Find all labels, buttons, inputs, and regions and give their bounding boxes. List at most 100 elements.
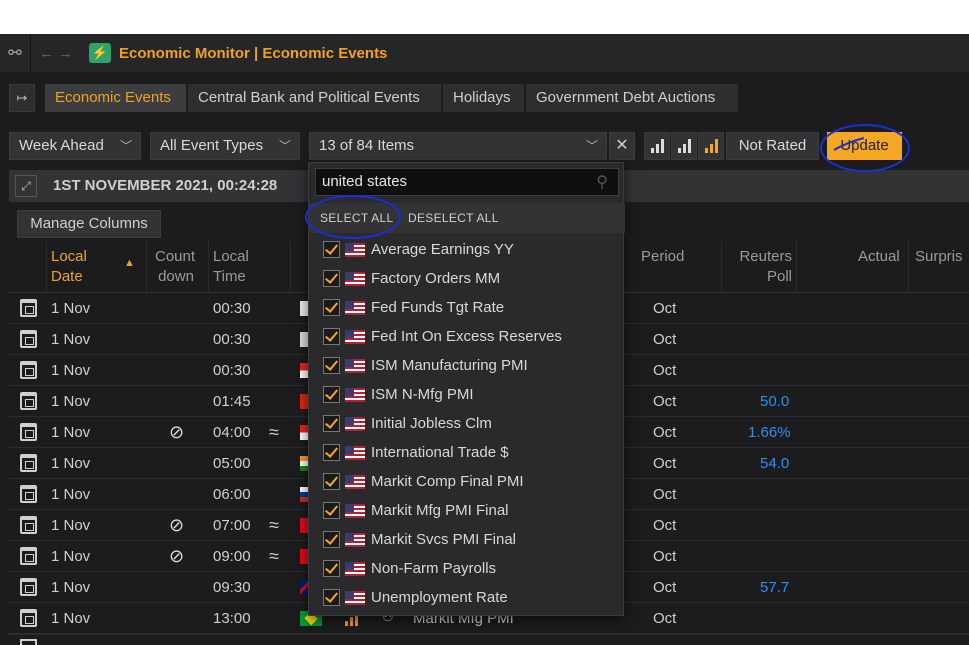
rating-bars-icon <box>651 139 665 153</box>
no-entry-icon: ⊘ <box>169 515 185 535</box>
us-flag-icon <box>345 504 365 518</box>
no-entry-icon: ⊘ <box>169 422 185 442</box>
calendar-icon[interactable] <box>20 485 37 503</box>
dropdown-item[interactable]: ISM Manufacturing PMI <box>309 352 625 381</box>
table-row-partial <box>9 634 969 645</box>
tab-holidays[interactable]: Holidays <box>443 84 525 112</box>
calendar-icon[interactable] <box>20 454 37 472</box>
header-period[interactable]: Period <box>641 247 684 267</box>
us-flag-icon <box>345 562 365 576</box>
us-flag-icon <box>345 388 365 402</box>
checkbox-icon[interactable] <box>323 473 340 490</box>
dropdown-item[interactable]: Non-Farm Payrolls <box>309 555 625 584</box>
calendar-icon[interactable] <box>20 547 37 565</box>
dropdown-item[interactable]: International Trade $ <box>309 439 625 468</box>
dropdown-item[interactable]: ISM N-Mfg PMI <box>309 381 625 410</box>
us-flag-icon <box>345 417 365 431</box>
clear-selection-button[interactable]: ✕ <box>609 132 635 160</box>
items-dropdown-label: 13 of 84 Items <box>319 137 415 154</box>
dropdown-item[interactable]: Unemployment Rate <box>309 584 625 613</box>
tab-economic-events[interactable]: Economic Events <box>45 84 187 112</box>
nav-arrows-icon[interactable]: ←→ <box>31 45 85 62</box>
calendar-icon[interactable] <box>20 392 37 410</box>
us-flag-icon <box>345 359 365 373</box>
checkbox-icon[interactable] <box>323 241 340 258</box>
dropdown-item[interactable]: Average Earnings YY <box>309 236 625 265</box>
checkbox-icon[interactable] <box>323 560 340 577</box>
checkbox-icon[interactable] <box>323 502 340 519</box>
rating-high-button[interactable] <box>698 132 724 160</box>
checkbox-icon[interactable] <box>323 299 340 316</box>
header-local-date[interactable]: Local Date <box>51 247 87 287</box>
calendar-icon[interactable] <box>20 423 37 441</box>
period-dropdown[interactable]: Week Ahead ﹀ <box>9 132 141 160</box>
header-local-time[interactable]: Local Time <box>213 247 249 287</box>
calendar-icon[interactable] <box>20 330 37 348</box>
date-header-text: 1ST NOVEMBER 2021, 00:24:28 <box>53 177 278 194</box>
us-flag-icon <box>345 446 365 460</box>
top-whitespace <box>0 0 969 34</box>
header-actual[interactable]: Actual <box>858 247 900 267</box>
checkbox-icon[interactable] <box>323 270 340 287</box>
calendar-icon[interactable] <box>20 361 37 379</box>
checkbox-icon[interactable] <box>323 415 340 432</box>
approx-icon: ≈ <box>269 422 279 442</box>
period-dropdown-label: Week Ahead <box>19 137 104 154</box>
checkbox-icon[interactable] <box>323 444 340 461</box>
chevron-down-icon: ﹀ <box>278 139 291 153</box>
tab-bar: ↦ Economic Events Central Bank and Polit… <box>0 83 969 115</box>
expand-icon[interactable]: ⤢ <box>15 175 37 197</box>
app-logo-icon: ⚡ <box>89 43 111 63</box>
dropdown-item[interactable]: Fed Funds Tgt Rate <box>309 294 625 323</box>
calendar-icon[interactable] <box>20 299 37 317</box>
us-flag-icon <box>345 330 365 344</box>
checkbox-icon[interactable] <box>323 328 340 345</box>
calendar-icon[interactable] <box>20 609 37 627</box>
search-icon: ⚲ <box>596 174 608 191</box>
dropdown-item[interactable]: Markit Comp Final PMI <box>309 468 625 497</box>
select-all-highlight-circle <box>305 195 401 239</box>
not-rated-button[interactable]: Not Rated <box>726 132 819 160</box>
checkbox-icon[interactable] <box>323 386 340 403</box>
tab-central-bank[interactable]: Central Bank and Political Events <box>188 84 442 112</box>
rating-low-button[interactable] <box>644 132 670 160</box>
checkbox-icon[interactable] <box>323 531 340 548</box>
chevron-down-icon: ﹀ <box>585 139 598 153</box>
dropdown-item[interactable]: Initial Jobless Clm <box>309 410 625 439</box>
header-reuters-poll[interactable]: Reuters Poll <box>736 247 792 287</box>
rating-medium-button[interactable] <box>671 132 697 160</box>
tab-government-debt-auctions[interactable]: Government Debt Auctions <box>526 84 739 112</box>
checkbox-icon[interactable] <box>323 589 340 606</box>
app-window: ⚯ ←→ ⚡ Economic Monitor | Economic Event… <box>0 34 969 645</box>
dropdown-item[interactable]: Markit Mfg PMI Final <box>309 497 625 526</box>
us-flag-icon <box>345 272 365 286</box>
rating-bars-icon <box>678 139 692 153</box>
header-surprise[interactable]: Surpris <box>915 247 963 267</box>
deselect-all-button[interactable]: DESELECT ALL <box>408 211 499 225</box>
items-dropdown[interactable]: 13 of 84 Items ﹀ <box>309 132 607 160</box>
dropdown-item[interactable]: Markit Svcs PMI Final <box>309 526 625 555</box>
manage-columns-button[interactable]: Manage Columns <box>17 210 161 238</box>
approx-icon: ≈ <box>269 515 279 535</box>
us-flag-icon <box>345 533 365 547</box>
checkbox-icon[interactable] <box>323 357 340 374</box>
dropdown-item[interactable]: Fed Int On Excess Reserves <box>309 323 625 352</box>
sort-ascending-icon: ▲ <box>124 257 135 269</box>
panel-toggle-icon[interactable]: ↦ <box>9 84 35 112</box>
link-icon[interactable]: ⚯ <box>0 34 30 72</box>
us-flag-icon <box>345 301 365 315</box>
us-flag-icon <box>345 475 365 489</box>
annotation-stroke <box>833 137 865 151</box>
header-countdown[interactable]: Count down <box>155 247 195 287</box>
calendar-icon[interactable] <box>20 578 37 596</box>
no-entry-icon: ⊘ <box>169 546 185 566</box>
event-types-dropdown[interactable]: All Event Types ﹀ <box>150 132 300 160</box>
approx-icon: ≈ <box>269 546 279 566</box>
dropdown-search-input[interactable]: united states ⚲ <box>315 168 619 196</box>
title-bar: ⚯ ←→ ⚡ Economic Monitor | Economic Event… <box>0 34 969 72</box>
calendar-icon[interactable] <box>20 516 37 534</box>
dropdown-item[interactable]: Factory Orders MM <box>309 265 625 294</box>
calendar-icon <box>20 639 37 645</box>
app-title: Economic Monitor | Economic Events <box>119 44 388 62</box>
rating-bars-icon <box>705 139 719 153</box>
